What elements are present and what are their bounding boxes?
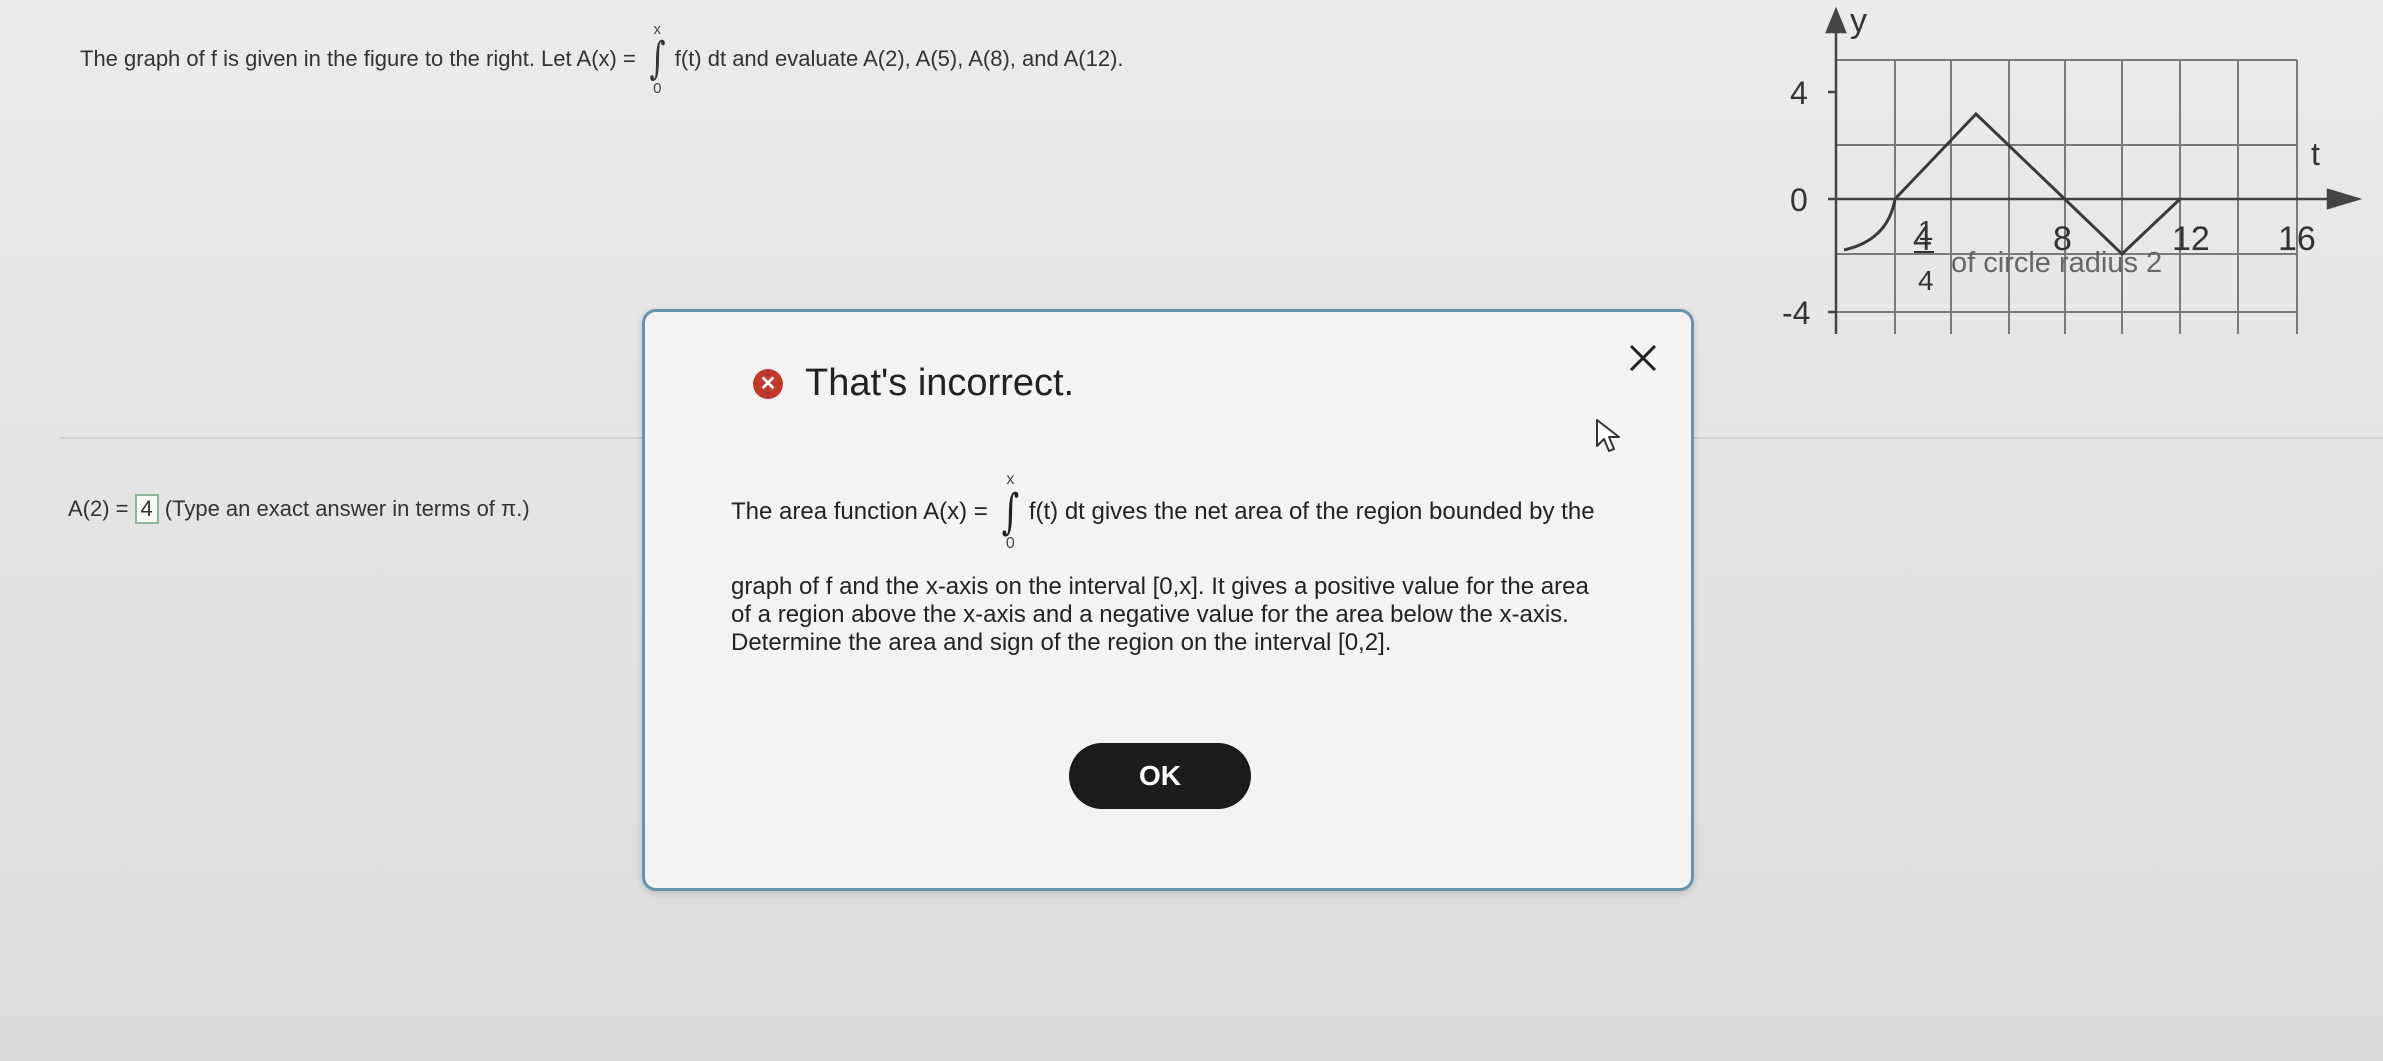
y-tick-4: 4 — [1790, 75, 1808, 111]
t-axis-label: t — [2311, 136, 2320, 172]
section-divider-right — [1688, 437, 2383, 439]
section-divider-left — [60, 437, 642, 439]
x-tick-16: 16 — [2278, 220, 2316, 258]
dialog-body-line: graph of f and the x-axis on the interva… — [731, 573, 1589, 600]
y-tick-0: 0 — [1790, 182, 1808, 218]
integral-sign: ∫ — [649, 33, 666, 84]
dialog-title-text: That's incorrect. — [805, 362, 1075, 404]
x-circle-icon: ✕ — [753, 368, 783, 399]
dialog-body-line: Determine the area and sign of the regio… — [731, 629, 1392, 656]
dialog-body-text: graph of f and the x-axis on the interva… — [731, 573, 1631, 657]
fraction-numerator: 1 — [1918, 215, 1934, 246]
answer-label: A(2) = — [68, 496, 129, 521]
graph-grid — [1836, 59, 2298, 334]
dialog-body-prefix: The area function A(x) = — [731, 498, 988, 525]
feedback-dialog: ✕ That's incorrect. The area function A(… — [642, 309, 1694, 891]
answer-input[interactable]: 4 — [134, 494, 159, 524]
dialog-body-formula-line: The area function A(x) = x ∫ 0 f(t) dt g… — [731, 457, 1631, 567]
question-prefix: The graph of f is given in the figure to… — [80, 46, 636, 71]
ok-button[interactable]: OK — [1069, 743, 1251, 809]
x-tick-12: 12 — [2172, 220, 2210, 258]
fraction-denominator: 4 — [1918, 265, 1934, 296]
answer-row: A(2) = 4 (Type an exact answer in terms … — [68, 494, 530, 524]
integral-expression: x ∫ 0 — [646, 22, 669, 96]
dialog-title: ✕ That's incorrect. — [753, 362, 1074, 405]
graph-axes — [1825, 6, 2363, 334]
question-integrand: f(t) dt and evaluate A(2), A(5), A(8), a… — [674, 46, 1124, 71]
dialog-body-line: of a region above the x-axis and a negat… — [731, 601, 1569, 628]
function-graph: y t 4 0 -4 4 8 12 16 1 4 of circle radiu… — [1782, 2, 2363, 334]
dialog-integral-sign: ∫ — [1001, 484, 1020, 540]
question-text: The graph of f is given in the figure to… — [80, 14, 1124, 104]
y-axis-label: y — [1850, 2, 1867, 40]
dialog-integral-expression: x ∫ 0 — [998, 472, 1023, 552]
answer-hint: (Type an exact answer in terms of π.) — [164, 496, 530, 521]
mouse-pointer-icon — [1596, 419, 1620, 452]
dialog-body-integrand: f(t) dt gives the net area of the region… — [1028, 498, 1595, 525]
y-tick-neg4: -4 — [1782, 295, 1810, 331]
close-icon — [1629, 344, 1657, 372]
close-button[interactable] — [1621, 336, 1665, 380]
graph-annotation: of circle radius 2 — [1951, 247, 2162, 279]
dialog-body: The area function A(x) = x ∫ 0 f(t) dt g… — [731, 457, 1631, 657]
